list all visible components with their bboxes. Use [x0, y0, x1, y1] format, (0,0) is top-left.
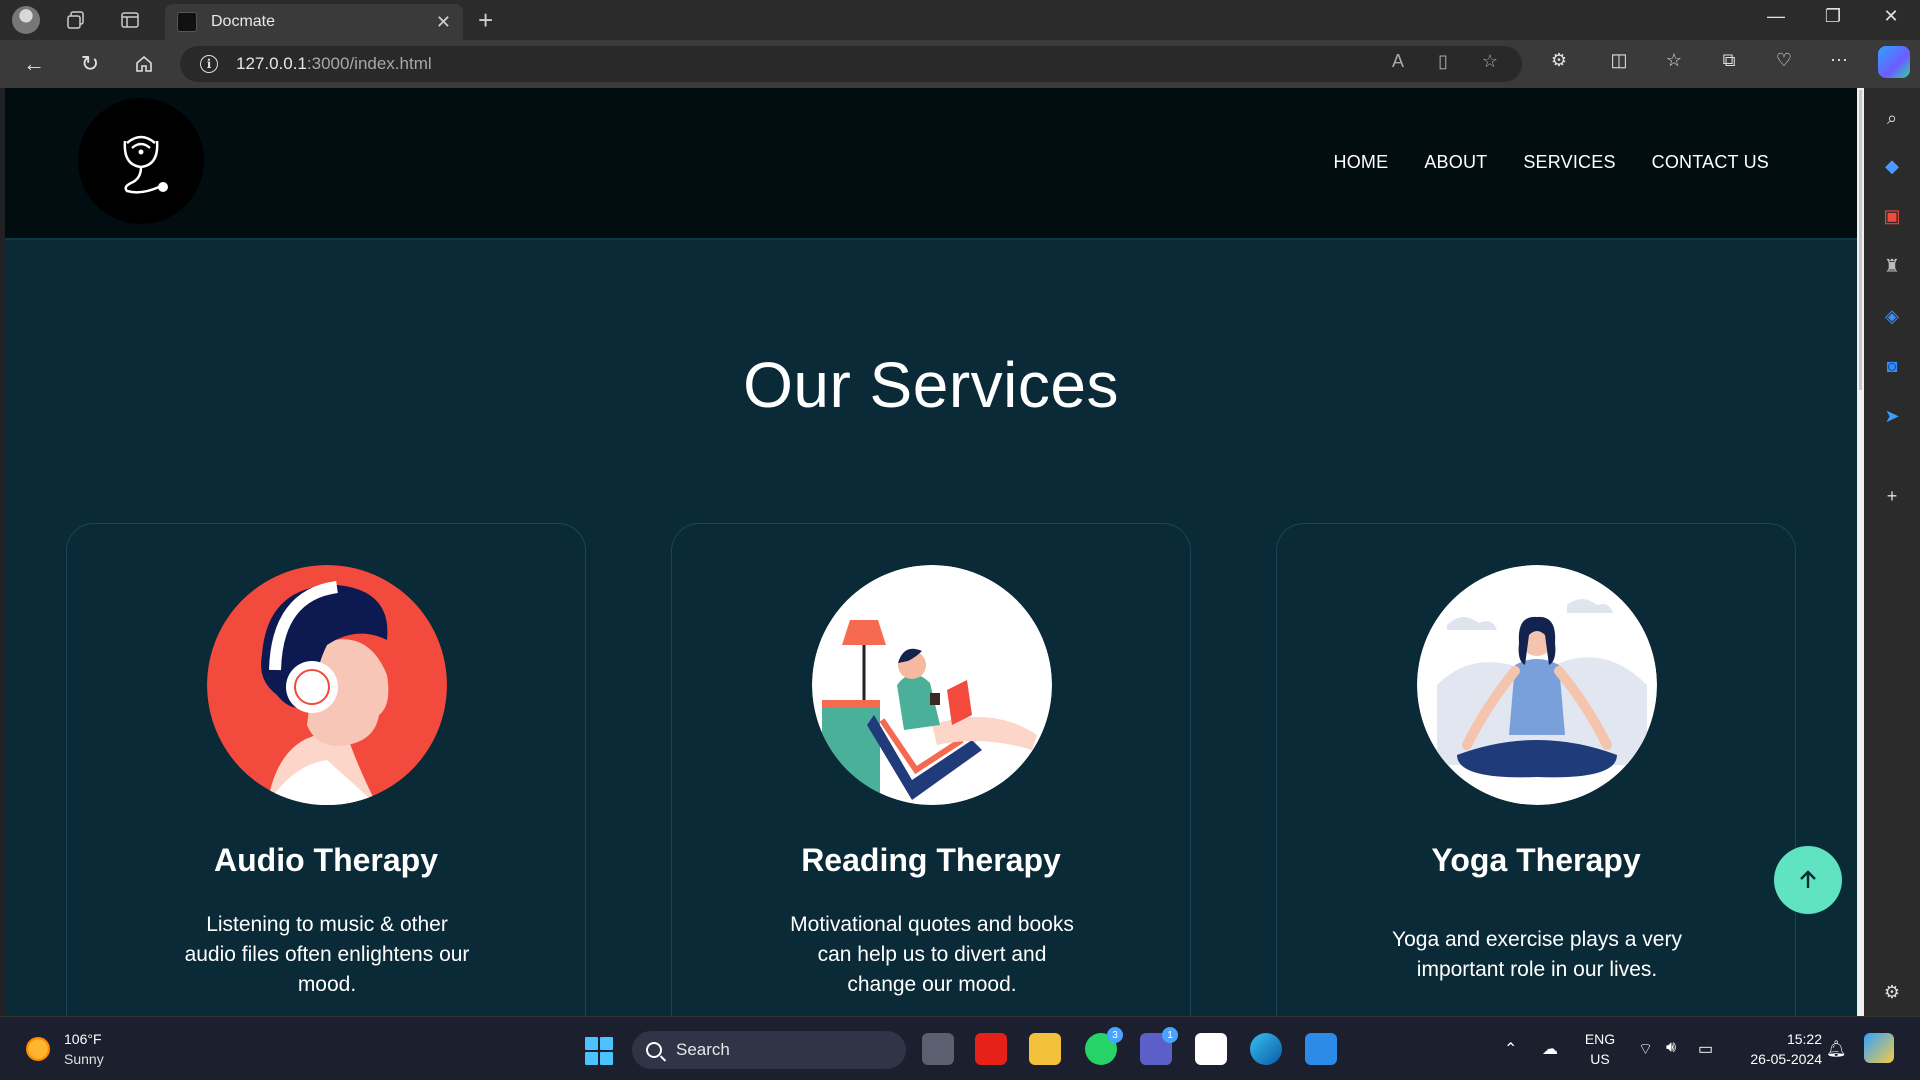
scroll-to-top-button[interactable]	[1774, 846, 1842, 914]
copilot-icon[interactable]	[1878, 46, 1910, 78]
edge-sidebar: ⌕ ◆ ▣ ♜ ◈ ◙ ➤ + ⚙	[1864, 88, 1920, 1016]
sun-weather-icon[interactable]	[26, 1037, 50, 1061]
tab-actions-icon[interactable]	[116, 6, 144, 34]
tab-favicon	[177, 12, 197, 32]
nav-services[interactable]: SERVICES	[1523, 152, 1615, 173]
windows-start-icon[interactable]	[585, 1037, 613, 1065]
scrollbar-thumb[interactable]	[1859, 90, 1862, 390]
headphones-person-illustration	[207, 565, 447, 805]
minimize-icon[interactable]: —	[1756, 6, 1796, 27]
search-icon	[646, 1042, 662, 1058]
back-icon[interactable]: ←	[18, 50, 50, 78]
teams-badge: 1	[1162, 1027, 1178, 1043]
file-explorer-icon[interactable]	[1029, 1033, 1061, 1065]
add-sidebar-app-icon[interactable]: +	[1880, 484, 1904, 508]
service-card-yoga: Yoga Therapy Yoga and exercise plays a v…	[1276, 523, 1796, 1016]
show-hidden-icons-chevron-icon[interactable]: ⌃	[1504, 1039, 1517, 1059]
microsoft-365-icon[interactable]: ◈	[1880, 304, 1904, 328]
browser-toolbar: ← ↻ i 127.0.0.1:3000/index.html A ▯ ☆ ⚙ …	[0, 40, 1920, 88]
drop-send-icon[interactable]: ➤	[1880, 404, 1904, 428]
sidebar-search-icon[interactable]: ⌕	[1880, 106, 1904, 130]
teams-icon[interactable]: 1	[1140, 1027, 1178, 1065]
games-icon[interactable]: ♜	[1880, 254, 1904, 278]
outlook-icon[interactable]: ◙	[1880, 354, 1904, 378]
browser-tab-bar: Docmate ✕ + — ❐ ✕	[0, 0, 1920, 40]
extensions-icon[interactable]: ⚙	[1544, 50, 1574, 71]
service-description: Listening to music & other audio files o…	[184, 913, 470, 996]
address-bar[interactable]: i 127.0.0.1:3000/index.html A ▯ ☆	[180, 46, 1522, 82]
task-view-icon[interactable]	[922, 1033, 954, 1065]
service-card-reading: Reading Therapy Motivational quotes and …	[671, 523, 1191, 1016]
edge-browser-icon[interactable]	[1250, 1033, 1282, 1065]
service-title: Audio Therapy	[213, 842, 438, 878]
browser-essentials-icon[interactable]: ♡	[1769, 50, 1799, 71]
youtube-icon[interactable]	[975, 1033, 1007, 1065]
close-tab-icon[interactable]: ✕	[436, 12, 451, 33]
reading-person-illustration	[812, 565, 1052, 805]
copilot-taskbar-icon[interactable]	[1864, 1033, 1894, 1063]
volume-icon[interactable]: 🔊︎	[1666, 1039, 1676, 1057]
home-icon[interactable]	[128, 50, 160, 78]
battery-icon[interactable]: ▭	[1698, 1039, 1713, 1059]
whatsapp-icon[interactable]: 3	[1085, 1027, 1123, 1065]
tools-briefcase-icon[interactable]: ▣	[1880, 204, 1904, 228]
section-title: Our Services	[743, 349, 1119, 421]
favorite-star-icon[interactable]: ☆	[1477, 51, 1503, 72]
wifi-icon[interactable]: ⌔	[1638, 1039, 1653, 1059]
service-description: Yoga and exercise plays a very important…	[1392, 928, 1682, 981]
vscode-icon[interactable]	[1305, 1033, 1337, 1065]
sidebar-settings-gear-icon[interactable]: ⚙	[1880, 980, 1904, 1004]
read-aloud-icon[interactable]: A	[1385, 51, 1411, 72]
site-header: HOME ABOUT SERVICES CONTACT US	[5, 88, 1857, 240]
workspaces-icon[interactable]	[62, 6, 90, 34]
whatsapp-badge: 3	[1107, 1027, 1123, 1043]
language-indicator[interactable]: ENG	[1582, 1031, 1618, 1047]
main-nav: HOME ABOUT SERVICES CONTACT US	[1334, 152, 1769, 173]
service-title: Yoga Therapy	[1431, 842, 1641, 878]
collections-icon[interactable]: ⧉	[1714, 50, 1744, 71]
onedrive-cloud-icon[interactable]: ☁	[1542, 1039, 1558, 1059]
shopping-tag-icon[interactable]: ◆	[1880, 154, 1904, 178]
split-screen-icon[interactable]: ◫	[1604, 50, 1634, 71]
profile-avatar[interactable]	[12, 6, 40, 34]
microsoft-store-icon[interactable]	[1195, 1033, 1227, 1065]
service-title: Reading Therapy	[801, 842, 1061, 878]
more-menu-icon[interactable]: ⋯	[1824, 50, 1854, 71]
close-window-icon[interactable]: ✕	[1871, 6, 1911, 27]
nav-about[interactable]: ABOUT	[1424, 152, 1487, 173]
site-info-icon[interactable]: i	[200, 55, 218, 73]
tab-title: Docmate	[211, 13, 276, 30]
new-tab-icon[interactable]: +	[478, 5, 493, 36]
tab-docmate[interactable]: Docmate ✕	[165, 4, 463, 40]
weather-temperature[interactable]: 106°F	[64, 1031, 102, 1047]
url-text: 127.0.0.1:3000/index.html	[236, 54, 432, 73]
immersive-reader-icon[interactable]: ▯	[1430, 51, 1456, 72]
nav-contact-us[interactable]: CONTACT US	[1652, 152, 1769, 173]
docmate-logo[interactable]	[78, 98, 204, 224]
weather-condition[interactable]: Sunny	[64, 1051, 104, 1067]
search-label: Search	[676, 1040, 730, 1059]
restore-icon[interactable]: ❐	[1813, 6, 1853, 27]
language-region[interactable]: US	[1582, 1051, 1618, 1067]
service-card-audio: Audio Therapy Listening to music & other…	[66, 523, 586, 1016]
clock-date[interactable]: 26-05-2024	[1732, 1051, 1822, 1067]
page-viewport: HOME ABOUT SERVICES CONTACT US Our Servi…	[5, 88, 1857, 1016]
service-description: Motivational quotes and books can help u…	[790, 913, 1074, 996]
clock-time[interactable]: 15:22	[1732, 1031, 1822, 1047]
stethoscope-wifi-icon	[123, 135, 168, 194]
taskbar-search[interactable]: Search	[632, 1031, 906, 1069]
windows-taskbar: 106°F Sunny Search 3 1 ⌃ ☁ ENG US ⌔ 🔊︎ ▭…	[0, 1016, 1920, 1080]
nav-home[interactable]: HOME	[1334, 152, 1389, 173]
arrow-up-icon	[1800, 870, 1816, 888]
yoga-person-illustration	[1417, 565, 1657, 805]
notification-bell-icon[interactable]: 🔔︎	[1826, 1039, 1846, 1059]
reload-icon[interactable]: ↻	[74, 50, 106, 78]
favorites-icon[interactable]: ☆	[1659, 50, 1689, 71]
